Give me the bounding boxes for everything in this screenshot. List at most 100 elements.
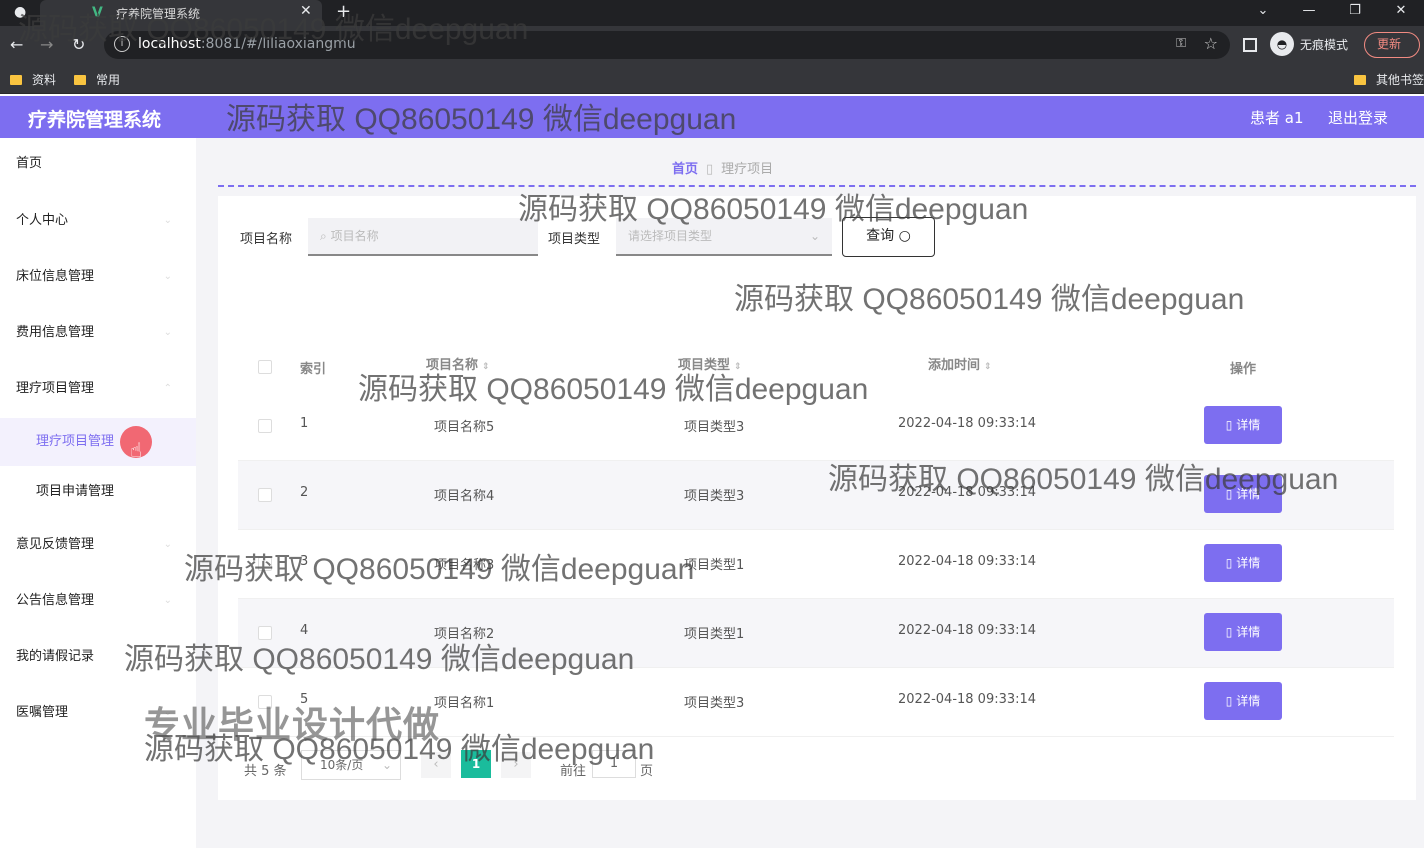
cell-name: 项目名称5 [434,420,495,435]
incognito-label: 无痕模式 [1300,37,1349,52]
close-window-icon[interactable]: ✕ [1378,0,1424,26]
cell-time: 2022-04-18 09:33:14 [898,416,1037,431]
row-checkbox[interactable] [258,557,272,571]
breadcrumb-home[interactable]: 首页 [672,162,698,177]
sidebar-item-feedback[interactable]: 意见反馈管理 ⌄ [0,525,196,565]
sort-icon[interactable]: ⇕ [734,362,742,372]
cell-index: 2 [300,485,309,500]
chevron-down-icon: ⌄ [163,271,172,282]
back-icon[interactable]: ← [10,35,23,54]
sidebar-item-beds[interactable]: 床位信息管理 ⌄ [0,257,196,297]
sidebar-item-notices[interactable]: 公告信息管理 ⌄ [0,581,196,621]
url-text: localhost:8081/#/liliaoxiangmu [138,36,356,52]
project-type-label: 项目类型 [548,232,601,247]
col-index: 索引 [300,362,327,377]
detail-button[interactable]: ▯ 详情 [1204,544,1282,582]
search-icon: ○ [898,228,911,244]
logout-link[interactable]: 退出登录 [1328,107,1388,128]
tab-search-icon[interactable]: ⌄ [1240,0,1286,26]
project-name-input[interactable]: ⌕ 项目名称 [308,218,538,256]
table-row: 1 项目名称5 项目类型3 2022-04-18 09:33:14 ▯ 详情 [238,392,1394,461]
chevron-down-icon: ⌄ [809,229,820,243]
prev-page-button[interactable]: ‹ [421,752,451,778]
cell-index: 4 [300,623,309,638]
restore-icon[interactable]: ❐ [1332,0,1378,26]
project-type-select[interactable]: 请选择项目类型 ⌄ [616,218,832,256]
hand-cursor-icon: ☝ [130,438,143,462]
other-bookmarks[interactable]: 其他书签 [1354,71,1424,88]
cell-time: 2022-04-18 09:33:14 [898,554,1037,569]
cell-time: 2022-04-18 09:33:14 [898,485,1037,500]
divider [218,185,1416,187]
chevron-down-icon: ⌄ [163,539,172,550]
goto-label: 前往 [560,764,587,779]
browser-tab-bar: ● V 疗养院管理系统 ✕ + ⌄ — ❐ ✕ [0,0,1424,26]
folder-icon [10,74,22,85]
sidebar-subitem-applications[interactable]: 项目申请管理 [0,468,196,516]
cell-index: 1 [300,416,309,431]
sidebar-item-leave[interactable]: 我的请假记录 ⌄ [0,637,196,677]
bookmark-star-icon[interactable]: ☆ [1204,34,1218,53]
sort-icon[interactable]: ⇕ [482,362,490,372]
select-all-checkbox[interactable] [258,360,272,374]
cell-index: 3 [300,554,309,569]
reload-icon[interactable]: ↻ [72,35,85,54]
breadcrumb-current: 理疗项目 [721,162,774,177]
chevron-down-icon: ⌄ [163,651,172,662]
document-icon: ▯ [1225,694,1233,708]
project-name-label: 项目名称 [240,232,293,247]
page-size-select[interactable]: 10条/页 ⌄ [301,750,401,780]
sort-icon[interactable]: ⇕ [984,362,992,372]
side-panel-icon[interactable] [1243,38,1257,52]
goto-page-input[interactable]: 1 [592,750,636,778]
total-count: 共 5 条 [244,764,287,779]
table-row: 4 项目名称2 项目类型1 2022-04-18 09:33:14 ▯ 详情 [238,599,1394,668]
cell-type: 项目类型3 [684,489,745,504]
col-action: 操作 [1230,362,1257,377]
browser-menu-icon[interactable]: ● [14,4,26,20]
bookmarks-bar: 资料 常用 其他书签 [0,64,1424,94]
chevron-up-icon: ⌃ [163,383,172,394]
tab-close-icon[interactable]: ✕ [300,3,312,19]
address-bar[interactable]: i localhost:8081/#/liliaoxiangmu ⚿ ☆ [104,31,1230,59]
minimize-icon[interactable]: — [1286,0,1332,26]
sidebar-item-therapy[interactable]: 理疗项目管理 ⌃ [0,369,196,409]
detail-button[interactable]: ▯ 详情 [1204,406,1282,444]
window-controls: ⌄ — ❐ ✕ [1240,0,1424,26]
row-checkbox[interactable] [258,488,272,502]
sidebar-item-home[interactable]: 首页 [0,144,196,184]
breadcrumb: 首页 ▯ 理疗项目 [672,158,773,177]
bookmark-folder[interactable]: 常用 [74,71,120,88]
next-page-button[interactable]: › [501,752,531,778]
sidebar-item-fees[interactable]: 费用信息管理 ⌄ [0,313,196,353]
sidebar-subitem-therapy-projects[interactable]: 理疗项目管理 [0,418,196,466]
table-row: 2 项目名称4 项目类型3 2022-04-18 09:33:14 ▯ 详情 [238,461,1394,530]
table-row: 3 项目名称3 项目类型1 2022-04-18 09:33:14 ▯ 详情 [238,530,1394,599]
cell-type: 项目类型3 [684,696,745,711]
watermark-slogan: 专业毕业设计代做 [144,705,441,746]
detail-button[interactable]: ▯ 详情 [1204,613,1282,651]
tab-title: 疗养院管理系统 [116,7,201,21]
incognito-icon: ◓ [1270,32,1294,56]
row-checkbox[interactable] [258,626,272,640]
update-button[interactable]: 更新 [1364,32,1420,58]
cell-name: 项目名称4 [434,489,495,504]
search-button[interactable]: 查询 ○ [842,217,935,257]
forward-icon[interactable]: → [40,35,53,54]
incognito-indicator[interactable]: ◓ 无痕模式 [1270,32,1348,56]
col-type[interactable]: 项目类型 ⇕ [678,354,742,373]
chevron-down-icon: ⌄ [163,595,172,606]
new-tab-icon[interactable]: + [336,1,351,22]
cell-type: 项目类型3 [684,420,745,435]
key-icon[interactable]: ⚿ [1176,36,1186,51]
cell-time: 2022-04-18 09:33:14 [898,692,1037,707]
col-name[interactable]: 项目名称 ⇕ [426,354,490,373]
row-checkbox[interactable] [258,419,272,433]
bookmark-folder[interactable]: 资料 [10,71,56,88]
detail-button[interactable]: ▯ 详情 [1204,682,1282,720]
site-info-icon[interactable]: i [114,36,130,52]
col-time[interactable]: 添加时间 ⇕ [928,354,992,373]
detail-button[interactable]: ▯ 详情 [1204,475,1282,513]
page-number-current[interactable]: 1 [461,750,491,778]
sidebar-item-personal[interactable]: 个人中心 ⌄ [0,201,196,241]
